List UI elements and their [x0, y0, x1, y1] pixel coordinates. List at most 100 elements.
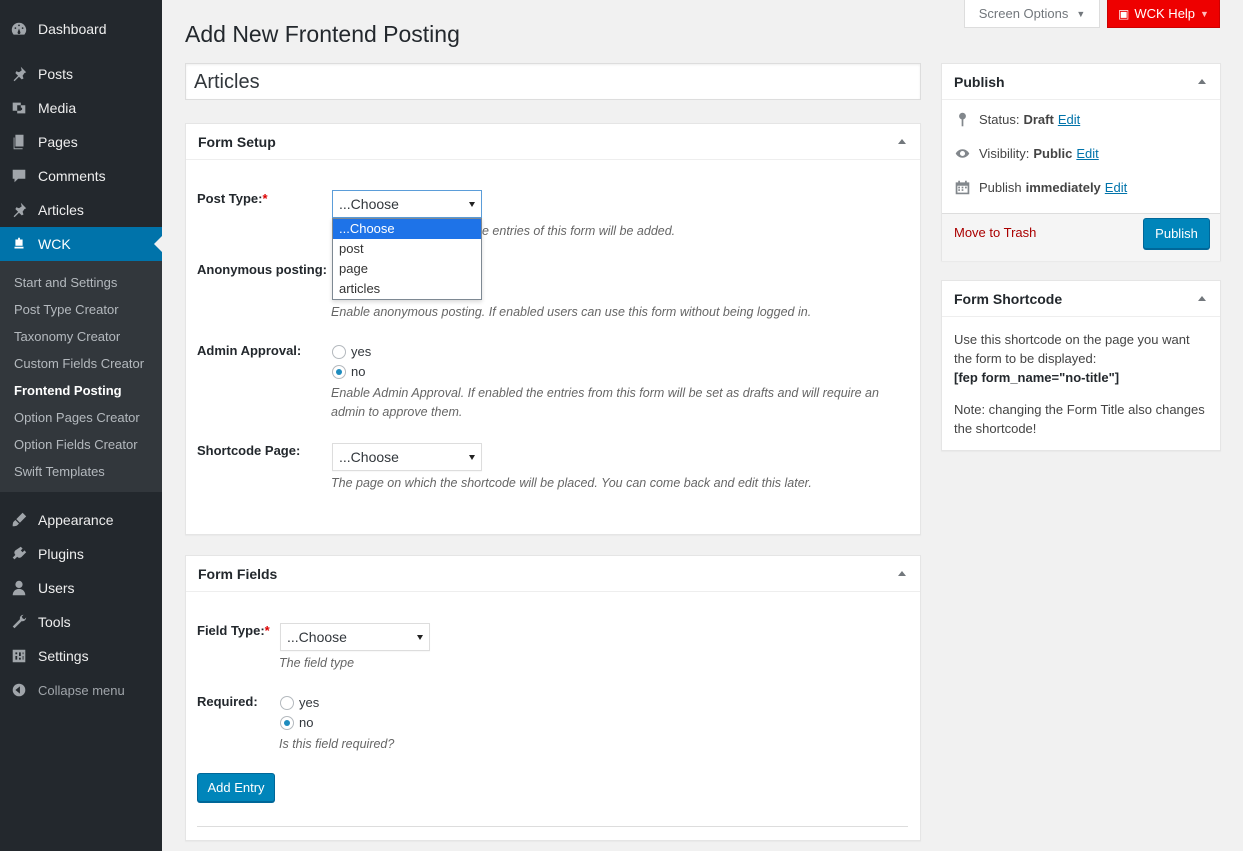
post-type-option[interactable]: post	[333, 239, 481, 259]
radio-label: yes	[299, 695, 320, 710]
publish-status-row: Status: Draft Edit	[954, 111, 1080, 128]
screen-options-label: Screen Options	[978, 6, 1069, 21]
admin-approval-label: Admin Approval:	[197, 343, 302, 358]
menu-posts[interactable]: Posts	[0, 57, 162, 91]
dashboard-icon	[0, 20, 38, 38]
add-entry-button[interactable]: Add Entry	[197, 773, 275, 802]
menu-media[interactable]: Media	[0, 91, 162, 125]
menu-label: Settings	[38, 648, 89, 664]
collapse-toggle-icon[interactable]	[898, 571, 906, 576]
menu-wck[interactable]: WCK	[0, 227, 162, 261]
menu-settings[interactable]: Settings	[0, 639, 162, 673]
collapse-toggle-icon[interactable]	[1198, 79, 1206, 84]
post-type-label-text: Post Type:	[197, 191, 263, 206]
required-no[interactable]: no	[280, 715, 313, 730]
visibility-value: Public	[1033, 146, 1073, 161]
radio-button-checked[interactable]	[332, 364, 346, 379]
plugin-icon	[0, 545, 38, 563]
publish-label: Publish	[979, 180, 1022, 195]
field-type-select[interactable]: ...Choose	[280, 623, 430, 651]
form-fields-header[interactable]: Form Fields	[186, 556, 920, 592]
menu-label: Users	[38, 580, 75, 596]
edit-publish-link[interactable]: Edit	[1105, 180, 1127, 195]
post-type-option[interactable]: page	[333, 259, 481, 279]
menu-comments[interactable]: Comments	[0, 159, 162, 193]
pushpin-icon	[0, 201, 38, 219]
menu-label: Plugins	[38, 546, 84, 562]
publish-value: immediately	[1025, 180, 1101, 195]
menu-dashboard[interactable]: Dashboard	[0, 12, 162, 46]
shortcode-page-description: The page on which the shortcode will be …	[331, 476, 812, 490]
anonymous-posting-description: Enable anonymous posting. If enabled use…	[331, 305, 812, 319]
collapse-toggle-icon[interactable]	[898, 139, 906, 144]
wck-help-button[interactable]: ▣ WCK Help ▼	[1107, 0, 1220, 28]
required-description: Is this field required?	[279, 737, 395, 751]
menu-tools[interactable]: Tools	[0, 605, 162, 639]
required-yes[interactable]: yes	[280, 695, 319, 710]
shortcode-note: Note: changing the Form Title also chang…	[954, 402, 1205, 436]
publish-schedule-row: Publish immediately Edit	[954, 179, 1127, 196]
menu-appearance[interactable]: Appearance	[0, 503, 162, 537]
submenu-option-pages-creator[interactable]: Option Pages Creator	[14, 410, 140, 425]
divider	[197, 826, 908, 827]
robot-icon: ▣	[1118, 6, 1130, 21]
edit-status-link[interactable]: Edit	[1058, 112, 1080, 127]
radio-button[interactable]	[332, 344, 346, 359]
form-shortcode-heading: Form Shortcode	[954, 290, 1063, 307]
edit-visibility-link[interactable]: Edit	[1076, 146, 1098, 161]
post-title-input[interactable]: Articles	[185, 63, 921, 100]
submenu-option-fields-creator[interactable]: Option Fields Creator	[14, 437, 138, 452]
field-type-description: The field type	[279, 656, 355, 670]
media-icon	[0, 99, 38, 117]
submenu-frontend-posting[interactable]: Frontend Posting	[14, 383, 122, 398]
admin-approval-no[interactable]: no	[332, 364, 365, 379]
menu-plugins[interactable]: Plugins	[0, 537, 162, 571]
menu-users[interactable]: Users	[0, 571, 162, 605]
required-label: Required:	[197, 694, 258, 709]
chevron-down-icon	[417, 634, 423, 640]
menu-pages[interactable]: Pages	[0, 125, 162, 159]
publish-heading: Publish	[954, 73, 1005, 90]
screen-options-button[interactable]: Screen Options ▼	[964, 0, 1100, 28]
post-type-option[interactable]: ...Choose	[333, 219, 481, 239]
radio-label: no	[299, 715, 314, 730]
status-value: Draft	[1023, 112, 1054, 127]
chevron-down-icon	[469, 454, 475, 460]
form-setup-header[interactable]: Form Setup	[186, 124, 920, 160]
shortcode-page-select[interactable]: ...Choose	[332, 443, 482, 471]
publish-button[interactable]: Publish	[1143, 218, 1210, 249]
anonymous-posting-label: Anonymous posting:	[197, 262, 327, 277]
wck-help-label: WCK Help	[1134, 6, 1196, 21]
form-setup-heading: Form Setup	[198, 133, 276, 150]
post-type-select-value: ...Choose	[339, 196, 399, 212]
menu-articles[interactable]: Articles	[0, 193, 162, 227]
post-type-option[interactable]: articles	[333, 279, 481, 299]
radio-button-checked[interactable]	[280, 715, 294, 730]
post-type-select[interactable]: ...Choose	[332, 190, 482, 218]
field-type-select-value: ...Choose	[287, 629, 347, 645]
field-type-label: Field Type:*	[197, 623, 270, 638]
submenu-custom-fields-creator[interactable]: Custom Fields Creator	[14, 356, 144, 371]
submenu-swift-templates[interactable]: Swift Templates	[14, 464, 105, 479]
pushpin-icon	[0, 65, 38, 83]
radio-label: yes	[351, 344, 372, 359]
move-to-trash-link[interactable]: Move to Trash	[954, 225, 1036, 240]
chevron-down-icon	[469, 201, 475, 207]
radio-button[interactable]	[280, 695, 294, 710]
submenu-taxonomy-creator[interactable]: Taxonomy Creator	[14, 329, 120, 344]
pin-icon	[959, 112, 966, 127]
menu-label: Articles	[38, 202, 84, 218]
wrench-icon	[0, 613, 38, 631]
submenu-start-settings[interactable]: Start and Settings	[14, 275, 117, 290]
comment-icon	[0, 167, 38, 185]
publish-header[interactable]: Publish	[942, 64, 1220, 100]
collapse-menu[interactable]: Collapse menu	[0, 673, 162, 707]
chevron-down-icon: ▼	[1200, 8, 1209, 19]
menu-label: Comments	[38, 168, 106, 184]
submenu-post-type-creator[interactable]: Post Type Creator	[14, 302, 119, 317]
admin-approval-yes[interactable]: yes	[332, 344, 371, 359]
brush-icon	[0, 511, 38, 529]
required-asterisk: *	[264, 623, 270, 638]
collapse-toggle-icon[interactable]	[1198, 296, 1206, 301]
form-shortcode-header[interactable]: Form Shortcode	[942, 281, 1220, 317]
